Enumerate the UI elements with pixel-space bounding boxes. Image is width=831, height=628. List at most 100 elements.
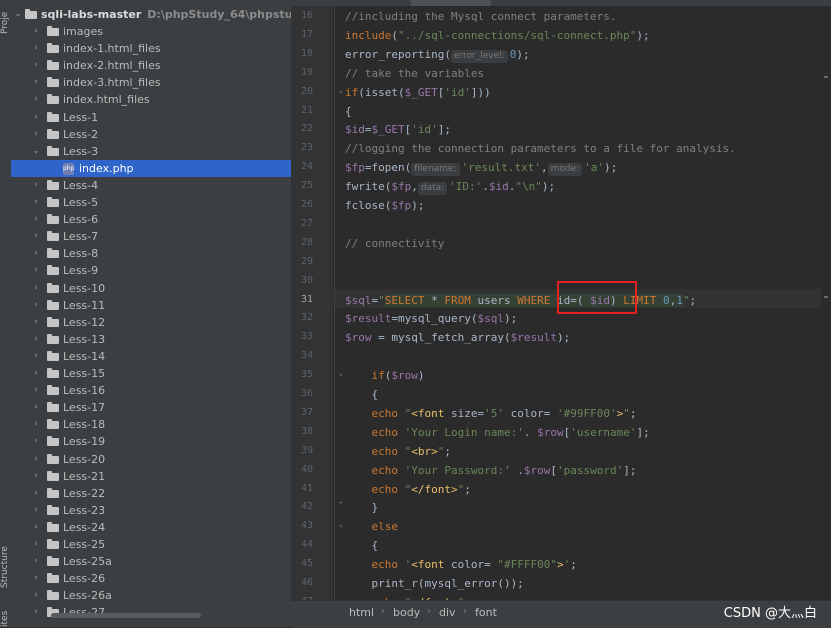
code-line[interactable]: error_reporting(error_level: 0); <box>345 45 530 64</box>
chevron-right-icon[interactable]: › <box>31 91 41 108</box>
chevron-right-icon[interactable]: › <box>31 365 41 382</box>
chevron-right-icon[interactable]: › <box>31 177 41 194</box>
breadcrumb-item[interactable]: font <box>475 606 497 619</box>
chevron-down-icon[interactable]: ⌄ <box>31 143 41 160</box>
tree-folder-item[interactable]: › Less-10 <box>11 280 291 297</box>
code-line[interactable]: echo "<font size='5' color= '#99FF00'>"; <box>345 404 637 423</box>
tree-folder-item[interactable]: › Less-14 <box>11 348 291 365</box>
fold-marker-icon[interactable]: ⌄ <box>337 86 345 96</box>
code-line[interactable]: } <box>345 498 378 517</box>
chevron-right-icon[interactable]: › <box>31 502 41 519</box>
code-line[interactable]: // take the variables <box>345 64 484 83</box>
tree-folder-item[interactable]: › Less-16 <box>11 382 291 399</box>
chevron-right-icon[interactable]: › <box>31 40 41 57</box>
chevron-right-icon[interactable]: › <box>31 570 41 587</box>
code-line[interactable]: else <box>345 517 399 536</box>
code-editor[interactable]: //including the Mysql connect parameters… <box>291 0 831 600</box>
chevron-right-icon[interactable]: › <box>31 485 41 502</box>
chevron-right-icon[interactable]: › <box>31 23 41 40</box>
breadcrumb-item[interactable]: div <box>439 606 456 619</box>
chevron-right-icon[interactable]: › <box>31 57 41 74</box>
chevron-right-icon[interactable]: › <box>31 331 41 348</box>
tree-folder-item[interactable]: › Less-18 <box>11 416 291 433</box>
tree-folder-item[interactable]: › images <box>11 23 291 40</box>
code-line[interactable]: { <box>345 385 378 404</box>
chevron-right-icon[interactable]: › <box>31 451 41 468</box>
code-line[interactable]: // connectivity <box>345 234 444 253</box>
chevron-right-icon[interactable]: › <box>31 416 41 433</box>
editor-vertical-scrollbar[interactable] <box>821 6 831 600</box>
fold-marker-icon[interactable]: ⌄ <box>337 369 345 379</box>
chevron-right-icon[interactable]: › <box>31 314 41 331</box>
code-line[interactable]: echo "</font>"; <box>345 593 471 600</box>
tree-folder-item[interactable]: › Less-25 <box>11 536 291 553</box>
tree-folder-item[interactable]: › Less-11 <box>11 297 291 314</box>
tree-folder-item[interactable]: › index-2.html_files <box>11 57 291 74</box>
chevron-right-icon[interactable]: › <box>31 126 41 143</box>
chevron-right-icon[interactable]: › <box>31 280 41 297</box>
tree-folder-item[interactable]: › Less-9 <box>11 262 291 279</box>
tree-folder-item[interactable]: › Less-6 <box>11 211 291 228</box>
tree-folder-item[interactable]: ⌄ Less-3 <box>11 143 291 160</box>
tree-folder-item[interactable]: › index-1.html_files <box>11 40 291 57</box>
tree-folder-item[interactable]: › Less-5 <box>11 194 291 211</box>
breadcrumb-item[interactable]: html <box>349 606 374 619</box>
tree-folder-item[interactable]: › Less-22 <box>11 485 291 502</box>
code-line[interactable]: echo "<br>"; <box>345 442 452 461</box>
tree-folder-item[interactable]: › Less-8 <box>11 245 291 262</box>
tree-folder-item[interactable]: › Less-20 <box>11 451 291 468</box>
code-line[interactable]: if($row) <box>345 366 425 385</box>
code-line[interactable]: $result=mysql_query($sql); <box>345 309 517 328</box>
code-line[interactable]: $row = mysql_fetch_array($result); <box>345 328 570 347</box>
code-line[interactable]: $id=$_GET['id']; <box>345 120 451 139</box>
tree-folder-item[interactable]: › Less-17 <box>11 399 291 416</box>
code-line[interactable]: fwrite($fp, data: 'ID:'.$id."\n"); <box>345 177 555 196</box>
fold-marker-icon[interactable]: ⌃ <box>337 501 345 511</box>
tree-folder-item[interactable]: › Less-25a <box>11 553 291 570</box>
tree-folder-item[interactable]: › Less-12 <box>11 314 291 331</box>
project-horizontal-scrollbar[interactable] <box>51 613 201 618</box>
tree-folder-item[interactable]: › Less-23 <box>11 502 291 519</box>
code-line[interactable]: //logging the connection parameters to a… <box>345 139 736 158</box>
code-line[interactable]: $fp=fopen(filename:'result.txt', mode:'a'… <box>345 158 617 177</box>
editor-tab-active[interactable] <box>411 0 491 6</box>
tree-folder-item[interactable]: › Less-7 <box>11 228 291 245</box>
code-line[interactable]: echo "</font>"; <box>345 480 471 499</box>
tree-folder-item[interactable]: › Less-13 <box>11 331 291 348</box>
tree-folder-item[interactable]: › Less-1 <box>11 109 291 126</box>
code-line[interactable]: if(isset($_GET['id'])) <box>345 83 491 102</box>
code-line[interactable]: //including the Mysql connect parameters… <box>345 7 617 26</box>
tree-root[interactable]: ⌄ sqli-labs-master D:\phpStudy_64\phpstud… <box>11 6 291 23</box>
code-line[interactable]: echo 'Your Login name:'. $row['username'… <box>345 423 650 442</box>
code-line[interactable]: { <box>345 102 352 121</box>
tree-folder-item[interactable]: › Less-26a <box>11 587 291 604</box>
code-line[interactable]: { <box>345 536 378 555</box>
chevron-right-icon[interactable]: › <box>31 399 41 416</box>
chevron-right-icon[interactable]: › <box>31 382 41 399</box>
code-line[interactable]: echo 'Your Password:' .$row['password']; <box>345 461 637 480</box>
tree-folder-item[interactable]: › index-3.html_files <box>11 74 291 91</box>
chevron-down-icon[interactable]: ⌄ <box>13 6 23 23</box>
structure-toolwindow-button[interactable]: Structure <box>0 538 11 588</box>
tree-folder-item[interactable]: › index.html_files <box>11 91 291 108</box>
tree-folder-item[interactable]: › Less-26 <box>11 570 291 587</box>
tree-folder-item[interactable]: › Less-2 <box>11 126 291 143</box>
tree-folder-item[interactable]: › Less-24 <box>11 519 291 536</box>
chevron-right-icon[interactable]: › <box>31 536 41 553</box>
project-toolwindow-button[interactable]: Proje <box>0 2 11 34</box>
chevron-right-icon[interactable]: › <box>31 262 41 279</box>
chevron-right-icon[interactable]: › <box>31 194 41 211</box>
chevron-right-icon[interactable]: › <box>31 604 41 621</box>
code-line[interactable]: include("../sql-connections/sql-connect.… <box>345 26 650 45</box>
fold-marker-icon[interactable]: ⌄ <box>337 520 345 530</box>
chevron-right-icon[interactable]: › <box>31 587 41 604</box>
chevron-right-icon[interactable]: › <box>31 211 41 228</box>
code-line[interactable]: $sql="SELECT * FROM users WHERE id=( $id… <box>345 291 696 310</box>
tree-folder-item[interactable]: › Less-21 <box>11 468 291 485</box>
chevron-right-icon[interactable]: › <box>31 245 41 262</box>
tree-folder-item[interactable]: › Less-4 <box>11 177 291 194</box>
tree-folder-item[interactable]: › Less-19 <box>11 433 291 450</box>
breadcrumb-item[interactable]: body <box>393 606 420 619</box>
chevron-right-icon[interactable]: › <box>31 519 41 536</box>
chevron-right-icon[interactable]: › <box>31 348 41 365</box>
